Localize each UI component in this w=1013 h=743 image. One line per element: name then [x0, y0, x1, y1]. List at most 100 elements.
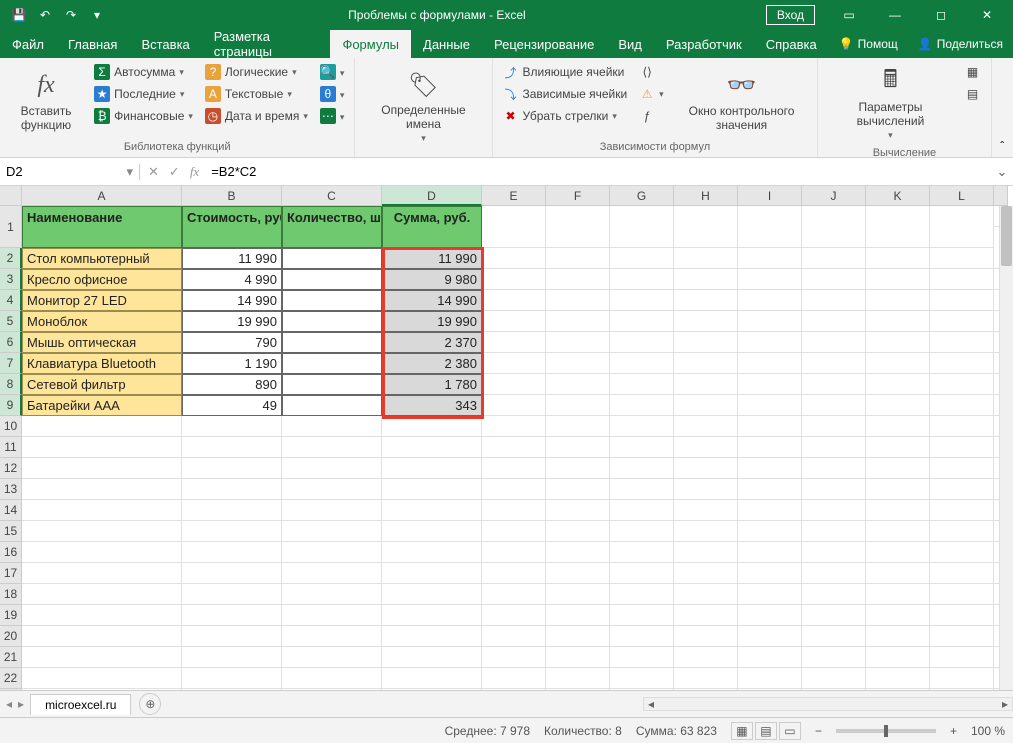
cell[interactable]: [866, 521, 930, 542]
cell[interactable]: [802, 269, 866, 290]
cell-cost[interactable]: 19 990: [182, 311, 282, 332]
zoom-out-button[interactable]: −: [815, 724, 822, 738]
cell[interactable]: [866, 479, 930, 500]
cell[interactable]: [738, 563, 802, 584]
cell[interactable]: [546, 500, 610, 521]
cell[interactable]: [610, 605, 674, 626]
cell-cost[interactable]: 790: [182, 332, 282, 353]
cell[interactable]: [674, 647, 738, 668]
trace-precedents-button[interactable]: ⤴Влияющие ячейки: [499, 62, 632, 82]
cell[interactable]: [610, 248, 674, 269]
cell[interactable]: [674, 542, 738, 563]
row-header[interactable]: 8: [0, 374, 22, 395]
cell[interactable]: [930, 563, 994, 584]
cell[interactable]: [930, 479, 994, 500]
cell[interactable]: [282, 437, 382, 458]
cell[interactable]: [546, 206, 610, 248]
name-box[interactable]: D2▾: [0, 164, 140, 180]
col-header[interactable]: I: [738, 186, 802, 206]
row-header[interactable]: 3: [0, 269, 22, 290]
cell[interactable]: [546, 563, 610, 584]
cell[interactable]: [610, 584, 674, 605]
cell[interactable]: [802, 626, 866, 647]
cell[interactable]: [610, 479, 674, 500]
row-header[interactable]: 4: [0, 290, 22, 311]
cell[interactable]: [674, 290, 738, 311]
cell[interactable]: [802, 668, 866, 689]
cell[interactable]: [282, 605, 382, 626]
evaluate-button[interactable]: ƒ: [635, 106, 668, 126]
cell[interactable]: [930, 668, 994, 689]
cell[interactable]: [546, 584, 610, 605]
row-header[interactable]: 19: [0, 605, 22, 626]
cell[interactable]: [610, 521, 674, 542]
cell[interactable]: [282, 668, 382, 689]
row-header[interactable]: 11: [0, 437, 22, 458]
tab-developer[interactable]: Разработчик: [654, 30, 754, 58]
cell[interactable]: [546, 668, 610, 689]
cell[interactable]: [182, 500, 282, 521]
cell-sum[interactable]: 1 780: [382, 374, 482, 395]
cell[interactable]: [546, 647, 610, 668]
cell[interactable]: [738, 521, 802, 542]
cell[interactable]: [546, 416, 610, 437]
tab-help[interactable]: Справка: [754, 30, 829, 58]
cell[interactable]: [802, 437, 866, 458]
cell[interactable]: [674, 521, 738, 542]
cell[interactable]: [674, 353, 738, 374]
cell[interactable]: [866, 248, 930, 269]
cell-sum[interactable]: 19 990: [382, 311, 482, 332]
math-button[interactable]: θ: [316, 84, 349, 104]
recent-button[interactable]: ★Последние: [90, 84, 197, 104]
row-header[interactable]: 22: [0, 668, 22, 689]
cell[interactable]: [22, 542, 182, 563]
col-header[interactable]: L: [930, 186, 994, 206]
financial-button[interactable]: ₿Финансовые: [90, 106, 197, 126]
row-header[interactable]: 2: [0, 248, 22, 269]
cell[interactable]: [182, 584, 282, 605]
cell[interactable]: [482, 374, 546, 395]
cell[interactable]: [738, 626, 802, 647]
cell[interactable]: [546, 269, 610, 290]
cell-qty[interactable]: [282, 290, 382, 311]
cell[interactable]: [738, 668, 802, 689]
cell[interactable]: [866, 542, 930, 563]
cell[interactable]: [866, 689, 930, 690]
cell[interactable]: [674, 248, 738, 269]
cell[interactable]: [674, 479, 738, 500]
zoom-level[interactable]: 100 %: [971, 724, 1005, 738]
cell-name[interactable]: Мышь оптическая: [22, 332, 182, 353]
cell[interactable]: [22, 500, 182, 521]
more-fn-button[interactable]: ⋯: [316, 106, 349, 126]
cell[interactable]: [610, 626, 674, 647]
cell[interactable]: [674, 584, 738, 605]
cell[interactable]: [482, 206, 546, 248]
cell[interactable]: [738, 248, 802, 269]
fx-bar-icon[interactable]: fx: [190, 164, 199, 180]
cell[interactable]: [610, 353, 674, 374]
cell-qty[interactable]: [282, 395, 382, 416]
cell[interactable]: [382, 626, 482, 647]
row-header[interactable]: 6: [0, 332, 22, 353]
cell[interactable]: [482, 395, 546, 416]
cell[interactable]: [546, 689, 610, 690]
cell[interactable]: [610, 500, 674, 521]
share-button[interactable]: 👤Поделиться: [908, 30, 1013, 58]
cell[interactable]: [738, 479, 802, 500]
cell[interactable]: [866, 353, 930, 374]
cell[interactable]: [610, 563, 674, 584]
cell[interactable]: [930, 689, 994, 690]
text-button[interactable]: AТекстовые: [201, 84, 312, 104]
cell[interactable]: [546, 605, 610, 626]
cell[interactable]: [930, 290, 994, 311]
cell-name[interactable]: Монитор 27 LED: [22, 290, 182, 311]
cell[interactable]: [674, 395, 738, 416]
cell[interactable]: [22, 479, 182, 500]
redo-icon[interactable]: ↷: [60, 4, 82, 26]
cell-cost[interactable]: 11 990: [182, 248, 282, 269]
cell[interactable]: [802, 311, 866, 332]
cell[interactable]: [866, 416, 930, 437]
cell-qty[interactable]: [282, 248, 382, 269]
cell[interactable]: [482, 311, 546, 332]
row-header[interactable]: 17: [0, 563, 22, 584]
